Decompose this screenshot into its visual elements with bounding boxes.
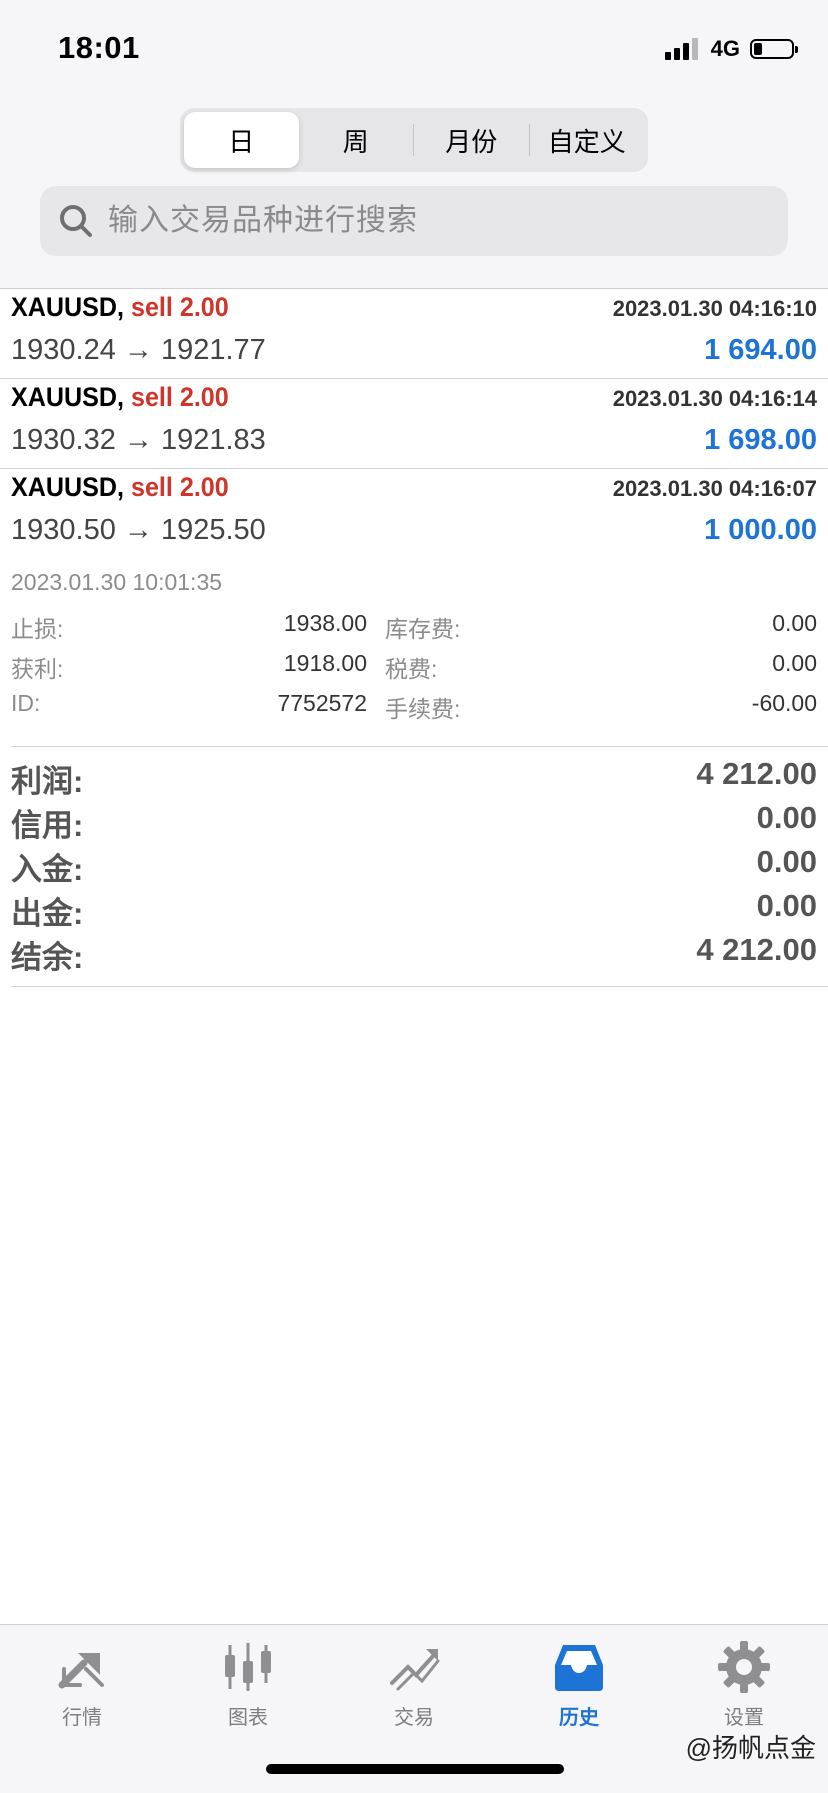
trade-prices: 1930.50 → 1925.50 bbox=[11, 514, 266, 546]
trade-row-expanded[interactable]: XAUUSD, sell 2.00 2023.01.30 04:16:07 19… bbox=[0, 468, 828, 558]
tab-settings[interactable]: 设置 bbox=[689, 1639, 799, 1730]
tab-month[interactable]: 月份 bbox=[414, 112, 529, 168]
period-selector: 日 周 月份 自定义 bbox=[180, 108, 648, 172]
id-value: 7752572 bbox=[277, 690, 367, 716]
trade-symbol: XAUUSD, sell 2.00 bbox=[11, 382, 229, 413]
commission-value: -60.00 bbox=[751, 690, 817, 716]
detail-row: 获利: 1918.00 税费: 0.00 bbox=[11, 650, 817, 690]
tab-label: 设置 bbox=[724, 1707, 764, 1729]
summary-value: 4 212.00 bbox=[696, 932, 817, 967]
symbol-text: XAUUSD, bbox=[11, 472, 125, 502]
tab-history[interactable]: 历史 bbox=[524, 1639, 634, 1730]
tab-trade[interactable]: 交易 bbox=[359, 1639, 469, 1730]
tax-value: 0.00 bbox=[772, 650, 817, 676]
trade-profit: 1 000.00 bbox=[704, 514, 817, 546]
trade-details: 止损: 1938.00 库存费: 0.00 获利: 1918.00 税费: 0.… bbox=[11, 610, 817, 730]
trade-profit: 1 698.00 bbox=[704, 424, 817, 456]
swap-value: 0.00 bbox=[772, 610, 817, 636]
signal-icon bbox=[664, 38, 701, 60]
trade-prices: 1930.24 → 1921.77 bbox=[11, 334, 266, 366]
home-indicator bbox=[266, 1764, 564, 1774]
summary-value: 0.00 bbox=[756, 800, 817, 835]
battery-icon bbox=[750, 39, 798, 59]
summary-label: 出金: bbox=[11, 896, 84, 931]
swap-label: 库存费: bbox=[385, 616, 461, 642]
summary-row-withdrawal: 出金: 0.00 bbox=[11, 888, 817, 932]
network-label: 4G bbox=[710, 36, 740, 61]
settings-icon bbox=[718, 1641, 770, 1693]
id-label: ID: bbox=[11, 690, 41, 716]
trade-side: sell 2.00 bbox=[130, 472, 229, 502]
summary-value: 4 212.00 bbox=[696, 756, 817, 791]
tab-label: 图表 bbox=[228, 1707, 268, 1729]
trade-profit: 1 694.00 bbox=[704, 334, 817, 366]
history-icon bbox=[555, 1645, 603, 1691]
summary-row-credit: 信用: 0.00 bbox=[11, 800, 817, 844]
chart-icon bbox=[225, 1643, 271, 1691]
watermark: @扬帆点金 bbox=[685, 1733, 816, 1763]
tab-week[interactable]: 周 bbox=[299, 112, 414, 168]
trade-icon bbox=[390, 1649, 440, 1691]
summary-label: 入金: bbox=[11, 852, 84, 887]
divider bbox=[11, 746, 828, 747]
status-time: 18:01 bbox=[58, 30, 140, 65]
detail-row: 止损: 1938.00 库存费: 0.00 bbox=[11, 610, 817, 650]
account-summary: 利润: 4 212.00 信用: 0.00 入金: 0.00 出金: 0.00 … bbox=[11, 756, 817, 976]
tab-custom[interactable]: 自定义 bbox=[530, 112, 645, 168]
search-icon bbox=[60, 205, 92, 237]
tax-label: 税费: bbox=[385, 656, 438, 682]
divider bbox=[11, 986, 828, 987]
stop-loss-value: 1938.00 bbox=[283, 610, 367, 636]
summary-row-profit: 利润: 4 212.00 bbox=[11, 756, 817, 800]
summary-label: 利润: bbox=[11, 764, 84, 799]
stop-loss-label: 止损: bbox=[11, 616, 64, 642]
commission-label: 手续费: bbox=[385, 696, 461, 722]
trade-prices: 1930.32 → 1921.83 bbox=[11, 424, 266, 456]
tab-quotes[interactable]: 行情 bbox=[27, 1639, 137, 1730]
trade-side: sell 2.00 bbox=[130, 382, 229, 412]
summary-label: 结余: bbox=[11, 940, 84, 975]
tab-chart[interactable]: 图表 bbox=[193, 1639, 303, 1730]
trade-side: sell 2.00 bbox=[130, 292, 229, 322]
trade-row[interactable]: XAUUSD, sell 2.00 2023.01.30 04:16:14 19… bbox=[0, 378, 828, 469]
symbol-text: XAUUSD, bbox=[11, 382, 125, 412]
symbol-text: XAUUSD, bbox=[11, 292, 125, 322]
search-bar[interactable] bbox=[40, 186, 788, 256]
tab-label: 交易 bbox=[394, 1707, 434, 1729]
header-area: 18:01 4G 日 周 月份 自定义 bbox=[0, 0, 828, 289]
summary-value: 0.00 bbox=[756, 844, 817, 879]
take-profit-label: 获利: bbox=[11, 656, 64, 682]
trade-time: 2023.01.30 04:16:10 bbox=[612, 296, 817, 321]
summary-row-deposit: 入金: 0.00 bbox=[11, 844, 817, 888]
quotes-icon bbox=[58, 1653, 104, 1689]
summary-row-balance: 结余: 4 212.00 bbox=[11, 932, 817, 976]
detail-row: ID: 7752572 手续费: -60.00 bbox=[11, 690, 817, 730]
trade-symbol: XAUUSD, sell 2.00 bbox=[11, 292, 229, 323]
summary-value: 0.00 bbox=[756, 888, 817, 923]
status-indicators: 4G bbox=[664, 36, 798, 62]
summary-label: 信用: bbox=[11, 808, 84, 843]
trade-time: 2023.01.30 04:16:14 bbox=[612, 386, 817, 411]
take-profit-value: 1918.00 bbox=[283, 650, 367, 676]
tab-label: 行情 bbox=[62, 1707, 102, 1729]
tab-day[interactable]: 日 bbox=[184, 112, 299, 168]
trade-row[interactable]: XAUUSD, sell 2.00 2023.01.30 04:16:10 19… bbox=[0, 288, 828, 379]
close-time: 2023.01.30 10:01:35 bbox=[11, 569, 223, 595]
trade-symbol: XAUUSD, sell 2.00 bbox=[11, 472, 229, 503]
trade-time: 2023.01.30 04:16:07 bbox=[612, 476, 817, 501]
search-input[interactable] bbox=[106, 203, 788, 239]
tab-label: 历史 bbox=[559, 1707, 599, 1729]
